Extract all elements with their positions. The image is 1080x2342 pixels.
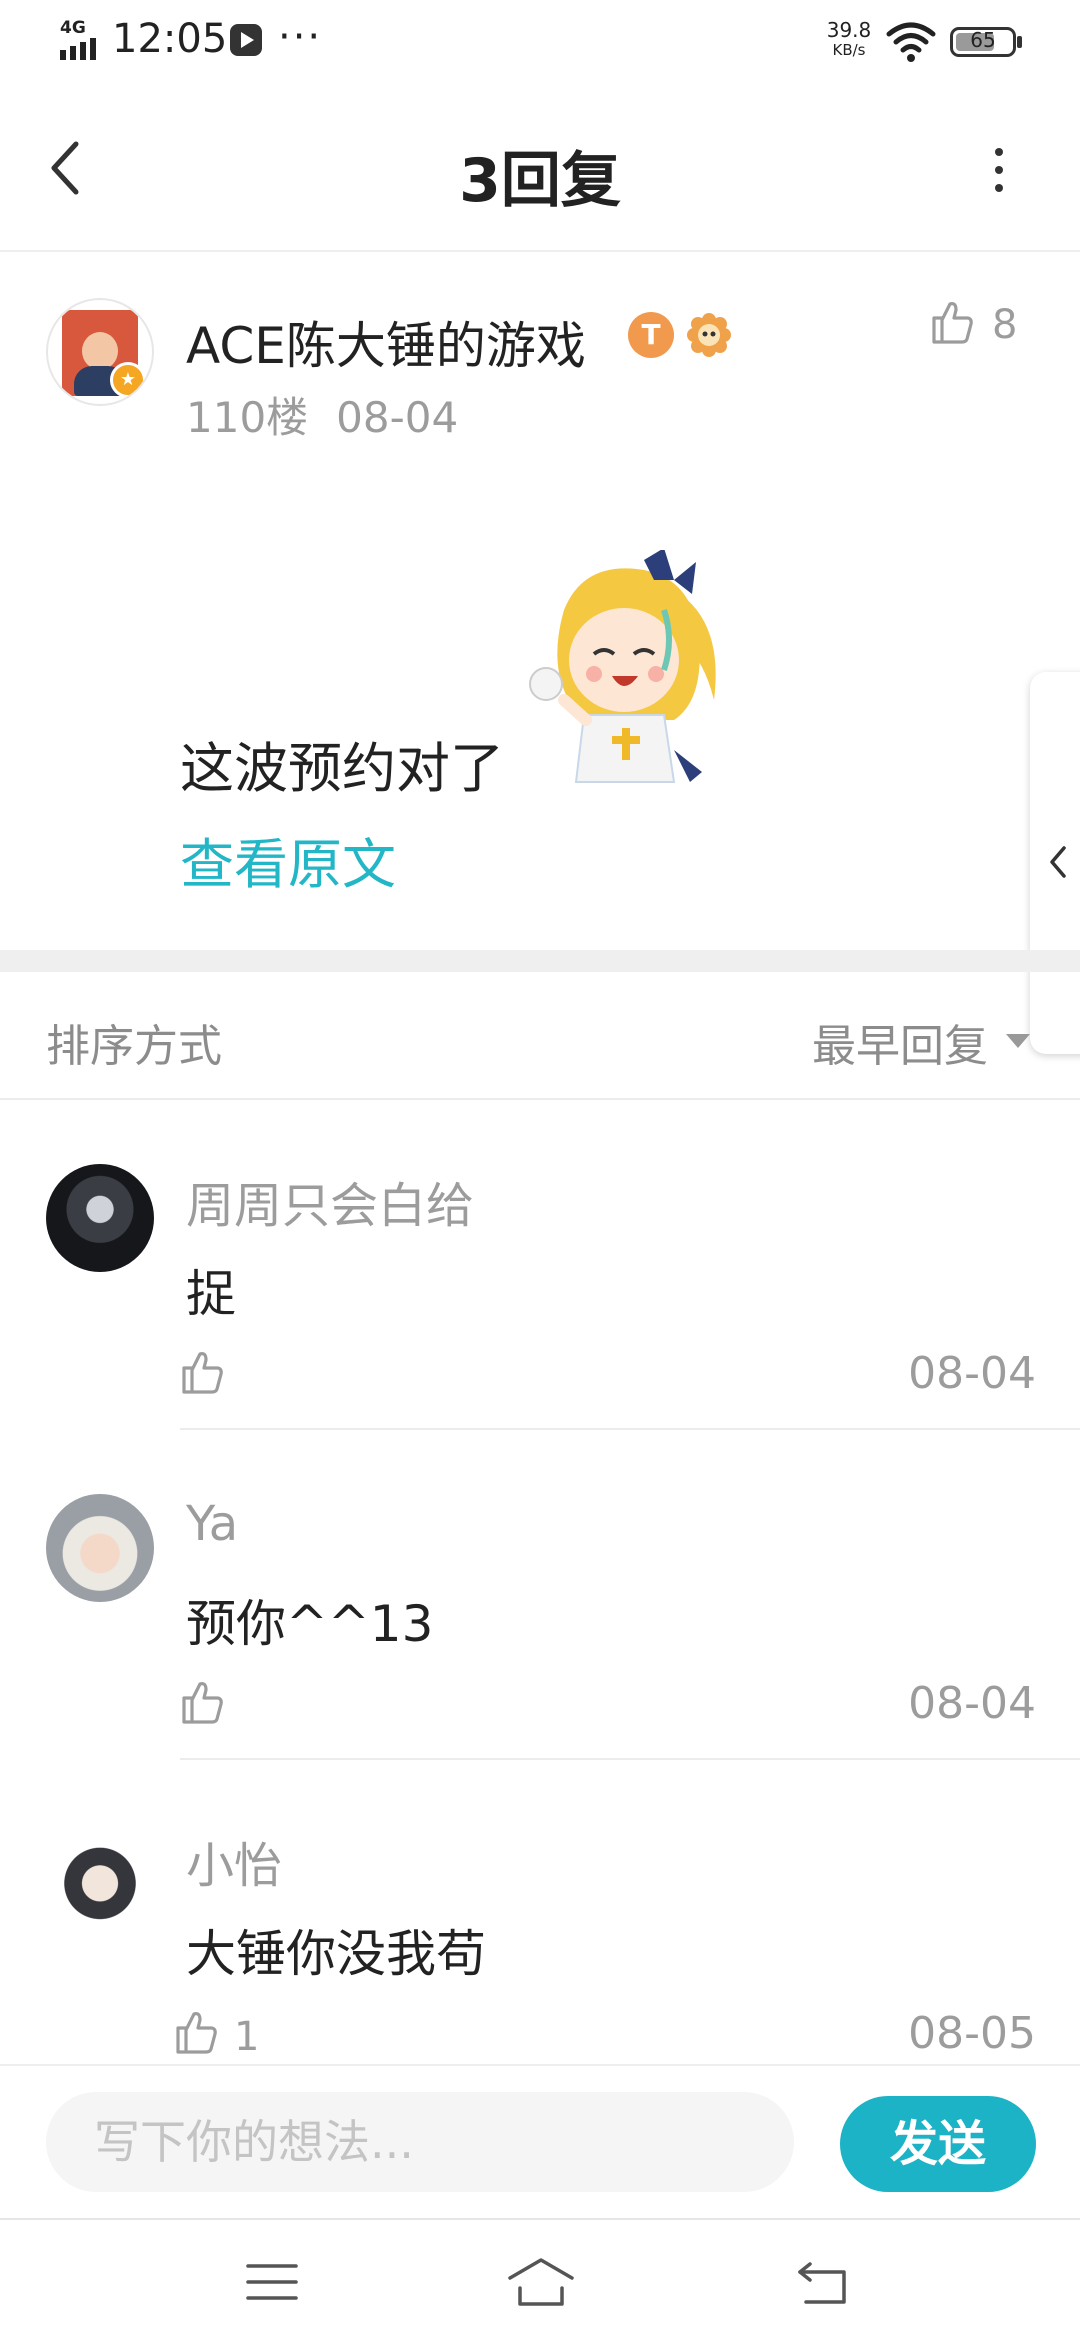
- cellular-signal-icon: 4G: [58, 18, 106, 60]
- sort-selector[interactable]: 最早回复: [812, 1010, 988, 1074]
- home-icon[interactable]: [506, 2256, 576, 2308]
- reply-avatar[interactable]: [46, 1824, 154, 1932]
- reply-like-button[interactable]: [180, 1678, 300, 1734]
- reply-date: 08-04: [908, 1348, 1036, 1399]
- top-nav: 3回复: [0, 86, 1080, 252]
- post-author-name[interactable]: ACE陈大锤的游戏: [186, 306, 586, 378]
- chevron-left-icon: [1050, 846, 1066, 878]
- speed-value: 39.8: [826, 18, 872, 42]
- floor-number: 110楼: [186, 393, 309, 442]
- battery-level: 65: [970, 28, 996, 52]
- reply-like-count: 1: [234, 2014, 260, 2060]
- reply-item: Ya 预你^^13 08-04: [0, 1430, 1080, 1760]
- thumbs-up-icon: [932, 302, 973, 344]
- battery-icon: 65: [950, 27, 1022, 57]
- post-date: 08-04: [336, 393, 459, 442]
- reply-content: 预你^^13: [186, 1595, 434, 1653]
- reply-item: 周周只会白给 捉 08-04: [0, 1100, 1080, 1430]
- return-icon[interactable]: [796, 2260, 850, 2306]
- reply-username[interactable]: Ya: [186, 1496, 238, 1552]
- comment-bar: 发送: [0, 2064, 1080, 2220]
- more-options-icon[interactable]: [990, 148, 1006, 192]
- level-badge-icon: T: [628, 312, 674, 358]
- network-speed: 39.8 KB/s: [818, 20, 880, 60]
- author-avatar[interactable]: ★: [46, 298, 154, 406]
- reply-item: 小怡 大锤你没我苟 1 08-05: [0, 1760, 1080, 2090]
- page-title: 3回复: [459, 146, 621, 216]
- reply-username[interactable]: 小怡: [186, 1826, 282, 1896]
- network-type: 4G: [60, 18, 86, 38]
- anime-girl-sticker-image: [529, 550, 716, 783]
- verified-star-icon: ★: [110, 362, 146, 398]
- thumbs-up-icon: [176, 2012, 217, 2054]
- more-notifications-icon: ···: [278, 14, 323, 60]
- sort-bar: 排序方式 最早回复: [0, 972, 1080, 1100]
- reply-date: 08-05: [908, 2008, 1036, 2059]
- comment-input[interactable]: [46, 2092, 794, 2192]
- send-button[interactable]: 发送: [840, 2096, 1036, 2192]
- status-bar: 4G 12:05 ··· 39.8 KB/s 65: [0, 0, 1080, 84]
- system-nav-bar: [0, 2218, 1080, 2342]
- reply-like-button[interactable]: [180, 1348, 300, 1404]
- reply-username[interactable]: 周周只会白给: [186, 1166, 474, 1236]
- media-app-icon: [230, 24, 262, 56]
- speed-unit: KB/s: [832, 41, 866, 59]
- post-like-count: 8: [992, 302, 1018, 348]
- reply-avatar[interactable]: [46, 1494, 154, 1602]
- menu-icon[interactable]: [246, 2262, 298, 2302]
- thumbs-up-icon: [182, 1682, 223, 1724]
- clock: 12:05: [112, 16, 228, 62]
- wifi-icon: [886, 22, 936, 62]
- reply-like-button[interactable]: 1: [174, 2008, 294, 2064]
- thumbs-up-icon: [182, 1352, 223, 1394]
- post-text: 这波预约对了: [180, 737, 504, 800]
- caret-down-icon[interactable]: [1006, 1034, 1030, 1048]
- sort-label: 排序方式: [46, 1021, 222, 1072]
- flower-badge-icon: [687, 313, 731, 357]
- reply-content: 捉: [186, 1265, 236, 1323]
- view-original-link[interactable]: 查看原文: [180, 820, 396, 899]
- reply-avatar[interactable]: [46, 1164, 154, 1272]
- section-divider: [0, 950, 1080, 972]
- post-like-button[interactable]: 8: [930, 298, 1040, 354]
- post-meta: 110楼 08-04: [186, 384, 458, 445]
- reply-date: 08-04: [908, 1678, 1036, 1729]
- reply-content: 大锤你没我苟: [186, 1925, 486, 1983]
